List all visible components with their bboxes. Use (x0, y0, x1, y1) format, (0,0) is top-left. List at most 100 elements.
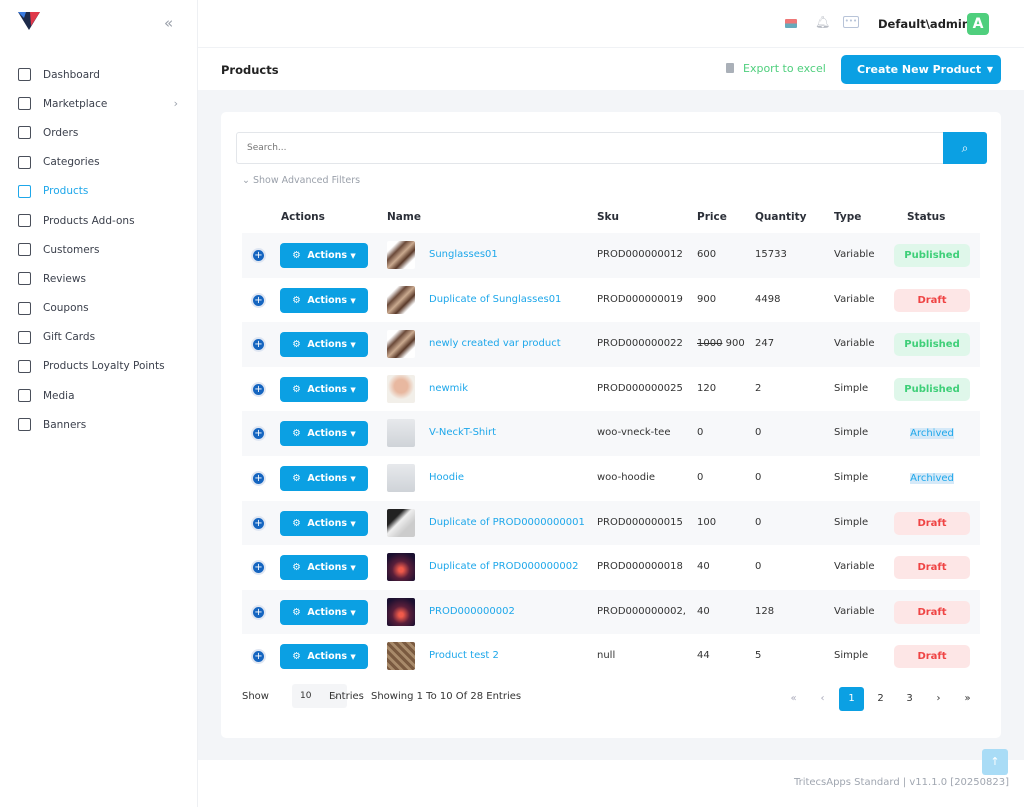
expand-row-icon[interactable]: + (251, 292, 266, 308)
scroll-to-top-button[interactable]: ↑ (982, 749, 1008, 775)
top-bar: 🔔︎ ••• Default\admin A (198, 0, 1024, 48)
language-flag-icon[interactable] (785, 19, 797, 28)
status-badge: Published (894, 333, 970, 357)
sidebar-item-gift-cards[interactable]: Gift Cards (0, 323, 198, 352)
expand-row-icon[interactable]: + (251, 381, 266, 397)
sidebar-item-products-loyalty-points[interactable]: Products Loyalty Points (0, 352, 198, 381)
sidebar-item-banners[interactable]: Banners (0, 410, 198, 439)
user-name[interactable]: Default\admin (878, 17, 970, 31)
status-badge: Published (894, 377, 970, 401)
product-name-link[interactable]: Duplicate of Sunglasses01 (429, 294, 561, 305)
expand-row-icon[interactable]: + (251, 470, 266, 486)
actions-dropdown-button[interactable]: ⚙ Actions ▼ (280, 599, 368, 625)
sidebar-item-customers[interactable]: Customers (0, 235, 198, 264)
sku-cell: null (597, 650, 616, 662)
actions-dropdown-button[interactable]: ⚙ Actions ▼ (280, 510, 368, 536)
caret-down-icon[interactable]: ▼ (987, 55, 993, 84)
actions-dropdown-button[interactable]: ⚙ Actions ▼ (280, 421, 368, 447)
expand-row-icon[interactable]: + (251, 248, 266, 263)
product-name-link[interactable]: newly created var product (429, 338, 561, 349)
content-area: ⌕ ⌄ Show Advanced Filters Actions Name S… (198, 90, 1024, 760)
col-quantity[interactable]: Quantity (755, 211, 806, 223)
prev-page-button[interactable]: ‹ (810, 687, 835, 711)
status-label: Published (904, 339, 960, 351)
col-price[interactable]: Price (697, 211, 727, 223)
page-3-button[interactable]: 3 (897, 687, 922, 711)
sidebar-item-label: Categories (43, 156, 100, 169)
actions-dropdown-button[interactable]: ⚙ Actions ▼ (280, 287, 368, 313)
expand-row-icon[interactable]: + (251, 337, 266, 353)
product-name-link[interactable]: Sunglasses01 (429, 249, 498, 260)
price-value: 44 (697, 650, 710, 662)
expand-row-icon[interactable]: + (251, 426, 266, 442)
product-name-link[interactable]: Hoodie (429, 472, 464, 483)
sidebar-item-reviews[interactable]: Reviews (0, 264, 198, 293)
gear-icon: ⚙ (292, 250, 301, 261)
sidebar-item-label: Coupons (43, 302, 89, 315)
sidebar-item-products-add-ons[interactable]: Products Add-ons (0, 206, 198, 235)
caret-down-icon: ▼ (350, 341, 356, 350)
comment-icon (18, 272, 31, 286)
table-row: + ⚙ Actions ▼ Sunglasses01 PROD000000012… (242, 233, 980, 278)
page-title: Products (221, 63, 279, 77)
actions-label: Actions (307, 428, 348, 440)
expand-row-icon[interactable]: + (251, 604, 266, 620)
actions-dropdown-button[interactable]: ⚙ Actions ▼ (280, 644, 368, 670)
search-button[interactable]: ⌕ (943, 132, 987, 164)
expand-row-icon[interactable]: + (251, 515, 266, 531)
chat-icon[interactable]: ••• (843, 16, 859, 28)
gear-icon: ⚙ (292, 472, 301, 484)
col-type[interactable]: Type (834, 211, 861, 223)
quantity-cell: 2 (755, 382, 762, 394)
col-sku[interactable]: Sku (597, 211, 619, 223)
product-name-link[interactable]: newmik (429, 383, 468, 394)
show-advanced-filters[interactable]: ⌄ Show Advanced Filters (242, 175, 360, 186)
table-row: + ⚙ Actions ▼ Product test 2 null 44 5 S… (242, 634, 980, 679)
page-2-button[interactable]: 2 (868, 687, 893, 711)
sidebar-item-products[interactable]: Products (0, 177, 198, 206)
expand-row-icon[interactable]: + (251, 649, 266, 665)
col-status[interactable]: Status (907, 211, 945, 223)
status-label: Draft (917, 651, 947, 663)
actions-label: Actions (307, 517, 348, 529)
export-excel-button[interactable]: Export to excel (726, 62, 826, 75)
avatar[interactable]: A (967, 13, 989, 35)
sidebar-item-categories[interactable]: Categories (0, 148, 198, 177)
col-name[interactable]: Name (387, 211, 421, 223)
product-name-link[interactable]: Duplicate of PROD000000002 (429, 561, 578, 572)
actions-dropdown-button[interactable]: ⚙ Actions ▼ (280, 243, 368, 268)
type-cell: Variable (834, 605, 875, 617)
plus-circle-icon (18, 214, 31, 228)
search-input[interactable] (236, 132, 943, 164)
actions-dropdown-button[interactable]: ⚙ Actions ▼ (280, 465, 368, 491)
page-1-button[interactable]: 1 (839, 687, 864, 711)
next-page-button[interactable]: › (926, 687, 951, 711)
sidebar-item-orders[interactable]: Orders (0, 118, 198, 147)
actions-dropdown-button[interactable]: ⚙ Actions ▼ (280, 332, 368, 358)
search-icon: ⌕ (961, 141, 969, 155)
sidebar-item-coupons[interactable]: Coupons (0, 294, 198, 323)
status-label: Archived (910, 428, 954, 440)
sku-cell: PROD000000025 (597, 382, 683, 394)
sidebar-item-marketplace[interactable]: Marketplace › (0, 89, 198, 118)
product-name-link[interactable]: Duplicate of PROD0000000001 (429, 517, 585, 528)
expand-row-icon[interactable]: + (251, 560, 266, 576)
type-cell: Variable (834, 293, 875, 305)
bell-icon[interactable]: 🔔︎ (815, 15, 830, 29)
actions-dropdown-button[interactable]: ⚙ Actions ▼ (280, 376, 368, 402)
create-new-product-button[interactable]: Create New Product ▼ (841, 55, 1001, 84)
last-page-button[interactable]: » (955, 687, 980, 711)
sidebar-item-dashboard[interactable]: Dashboard (0, 60, 198, 89)
product-name-link[interactable]: V-NeckT-Shirt (429, 427, 496, 438)
collapse-sidebar-icon[interactable]: « (164, 14, 173, 32)
type-cell: Variable (834, 338, 875, 350)
actions-dropdown-button[interactable]: ⚙ Actions ▼ (280, 555, 368, 581)
first-page-button[interactable]: « (781, 687, 806, 711)
product-name-link[interactable]: Product test 2 (429, 650, 499, 661)
caret-down-icon: ▼ (350, 564, 356, 573)
sidebar-item-media[interactable]: Media (0, 381, 198, 410)
product-name-link[interactable]: PROD000000002 (429, 606, 515, 617)
sku-cell: woo-vneck-tee (597, 427, 671, 439)
caret-down-icon: ▼ (350, 608, 356, 617)
table-row: + ⚙ Actions ▼ newly created var product … (242, 322, 980, 367)
